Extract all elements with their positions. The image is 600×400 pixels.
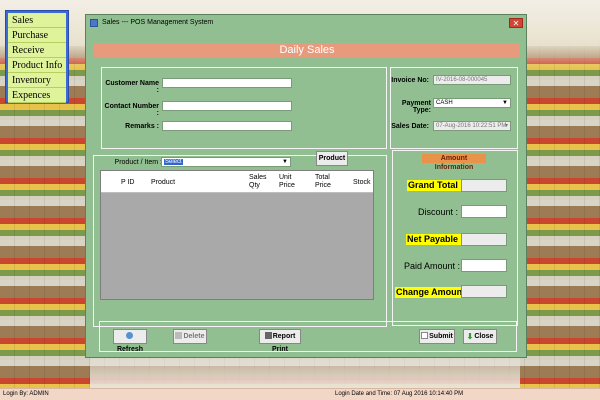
delete-button[interactable]: Delete: [173, 329, 207, 344]
calendar-dropdown-icon: ▾: [504, 123, 508, 129]
menu-item-inventory[interactable]: Inventory: [8, 73, 66, 88]
document-icon: [421, 332, 429, 339]
paid-amount-label: Paid Amount :: [404, 261, 461, 271]
delete-button-label: Delete: [183, 333, 205, 340]
sales-date-label: Sales Date:: [391, 123, 429, 130]
page-title: Daily Sales: [94, 43, 520, 57]
remarks-label: Remarks :: [125, 123, 159, 130]
column-unit-price: Unit Price: [279, 174, 295, 189]
discount-label: Discount :: [418, 207, 459, 217]
refresh-icon: [126, 332, 133, 339]
invoice-group: Invoice No: IV-2016-08-000045 Payment Ty…: [390, 67, 518, 149]
net-payable-label: Net Payable :: [406, 234, 465, 245]
refresh-button-label: Refresh: [116, 346, 144, 353]
grand-total-label: Grand Total :: [407, 180, 465, 191]
contact-number-label: Contact Number :: [104, 103, 159, 117]
menu-item-purchase[interactable]: Purchase: [8, 28, 66, 43]
remarks-input[interactable]: [162, 121, 292, 131]
product-select[interactable]: Select ▼: [161, 157, 291, 167]
grand-total-field: [461, 179, 507, 192]
product-select-value: Select: [164, 159, 183, 165]
delete-icon: [175, 332, 183, 339]
report-print-button[interactable]: Report Print: [259, 329, 301, 353]
discount-input[interactable]: [461, 205, 507, 218]
sales-date-picker[interactable]: 07-Aug-2016 10:22:51 PM ▾: [433, 121, 511, 131]
customer-group: Customer Name : Contact Number : Remarks…: [101, 67, 387, 149]
invoice-no-field: IV-2016-08-000045: [433, 75, 511, 85]
main-menu: Sales Purchase Receive Product Info Inve…: [5, 10, 69, 103]
status-bar: Login By: ADMIN Login Date and Time: 07 …: [0, 388, 600, 400]
net-payable-field: [461, 233, 507, 246]
payment-type-value: CASH: [436, 100, 453, 106]
column-total-price: Total Price: [315, 174, 331, 189]
change-amount-field: [461, 285, 507, 298]
grid-header: P ID Product Sales Qty Unit Price Total …: [101, 171, 373, 193]
close-button[interactable]: ⬇Close: [463, 329, 497, 344]
product-grid[interactable]: P ID Product Sales Qty Unit Price Total …: [100, 170, 374, 300]
close-window-button[interactable]: ✕: [509, 18, 523, 28]
column-sales-qty: Sales Qty: [249, 174, 267, 189]
title-bar[interactable]: Sales --- POS Management System ✕: [86, 15, 526, 32]
login-datetime-text: Login Date and Time: 07 Aug 2016 10:14:4…: [335, 391, 464, 397]
app-icon: [90, 19, 98, 27]
product-button[interactable]: Product: [316, 151, 348, 166]
change-amount-label: Change Amount:: [395, 287, 470, 298]
window-title: Sales --- POS Management System: [102, 19, 214, 26]
invoice-no-label: Invoice No:: [391, 77, 429, 84]
menu-item-expences[interactable]: Expences: [8, 88, 66, 103]
amount-info-title: Amount Information: [422, 154, 486, 171]
column-pid: P ID: [121, 179, 135, 186]
customer-name-label: Customer Name :: [105, 80, 159, 94]
submit-button[interactable]: Submit: [419, 329, 455, 344]
contact-number-input[interactable]: [162, 101, 292, 111]
submit-button-label: Submit: [429, 333, 453, 340]
column-stock: Stock: [353, 179, 371, 186]
payment-type-label: Payment Type:: [401, 100, 431, 114]
paid-amount-input[interactable]: [461, 259, 507, 272]
product-item-label: Product / Item :: [114, 159, 162, 166]
chevron-down-icon: ▼: [282, 159, 288, 165]
menu-item-sales[interactable]: Sales: [8, 13, 66, 28]
close-button-label: Close: [474, 333, 494, 340]
printer-icon: [264, 332, 272, 339]
chevron-down-icon: ▼: [502, 100, 508, 106]
column-product: Product: [151, 179, 176, 186]
customer-name-input[interactable]: [162, 78, 292, 88]
sales-date-value: 07-Aug-2016 10:22:51 PM: [436, 123, 507, 129]
menu-item-product-info[interactable]: Product Info: [8, 58, 66, 73]
menu-item-receive[interactable]: Receive: [8, 43, 66, 58]
payment-type-select[interactable]: CASH ▼: [433, 98, 511, 108]
login-by-text: Login By: ADMIN: [3, 391, 49, 397]
arrow-down-icon: ⬇: [466, 332, 474, 341]
refresh-button[interactable]: Refresh: [113, 329, 147, 353]
